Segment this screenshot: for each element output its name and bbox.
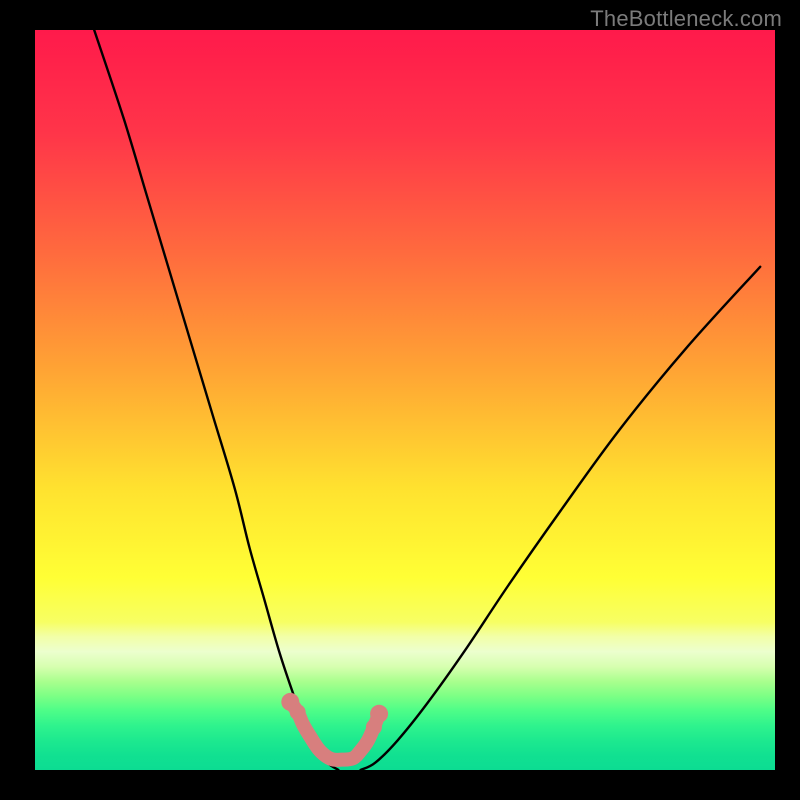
floor-markers	[281, 693, 388, 735]
watermark-text: TheBottleneck.com	[590, 6, 782, 32]
chart-svg	[35, 30, 775, 770]
left-curve	[94, 30, 338, 770]
plot-area	[35, 30, 775, 770]
right-curve	[361, 267, 761, 770]
marker-dot	[370, 705, 388, 723]
marker-dot	[290, 704, 306, 720]
chart-frame: TheBottleneck.com	[0, 0, 800, 800]
